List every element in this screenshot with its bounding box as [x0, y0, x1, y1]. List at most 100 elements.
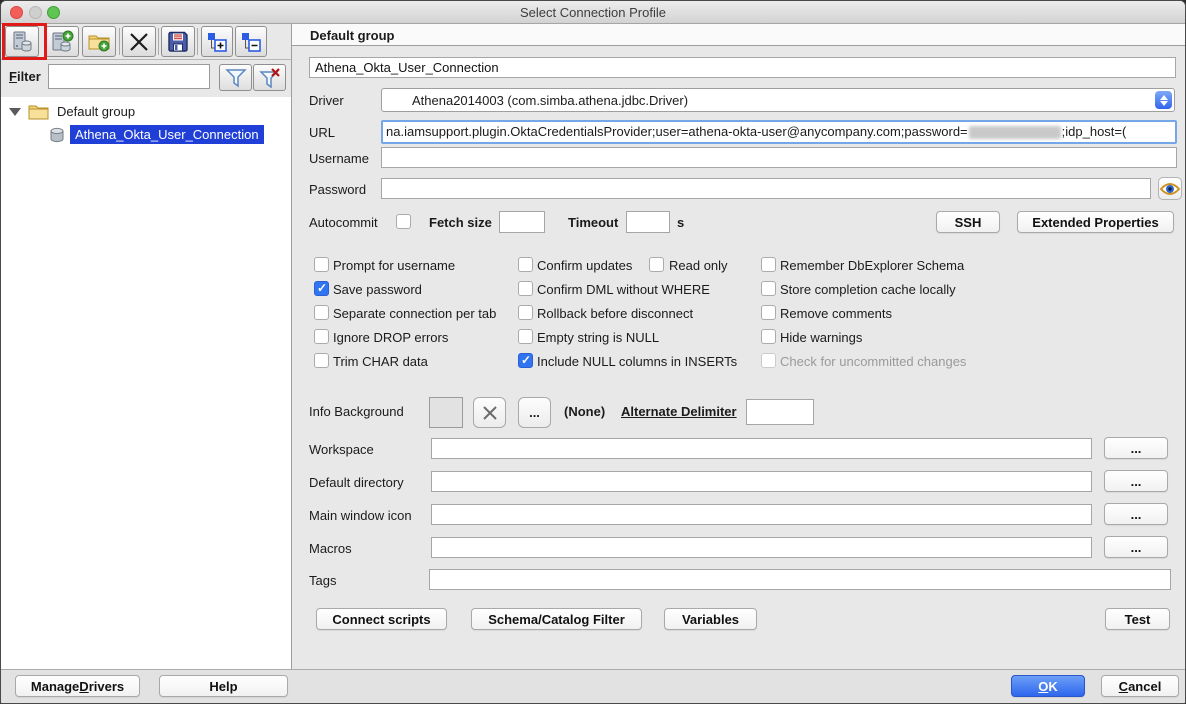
timeout-input[interactable] [626, 211, 670, 233]
pick-info-background-button[interactable]: ... [518, 397, 551, 428]
password-label: Password [309, 182, 366, 197]
tree-profile-label-selected[interactable]: Athena_Okta_User_Connection [70, 125, 264, 144]
tree-group-label[interactable]: Default group [57, 104, 135, 119]
tree-group-row[interactable]: Default group [9, 101, 135, 122]
help-button[interactable]: Help [159, 675, 288, 697]
separate-connection-per-tab-checkbox[interactable] [314, 305, 329, 320]
macros-label: Macros [309, 541, 352, 556]
default-directory-browse-button[interactable]: ... [1104, 470, 1168, 492]
remove-comments-checkbox[interactable] [761, 305, 776, 320]
ssh-button[interactable]: SSH [936, 211, 1000, 233]
checkbox-label: Rollback before disconnect [537, 306, 693, 321]
checkbox-label: Read only [669, 258, 728, 273]
checkbox-label: Separate connection per tab [333, 306, 496, 321]
tree-expanded-caret-icon[interactable] [9, 108, 21, 116]
save-icon [166, 30, 190, 54]
apply-filter-button[interactable] [219, 64, 252, 91]
profile-name-input[interactable] [309, 57, 1176, 78]
workspace-input[interactable] [431, 438, 1092, 459]
confirm-dml-without-where-checkbox[interactable] [518, 281, 533, 296]
default-directory-label: Default directory [309, 475, 404, 490]
collapse-tree-icon [240, 31, 262, 53]
include-null-columns-checkbox[interactable] [518, 353, 533, 368]
empty-string-is-null-checkbox[interactable] [518, 329, 533, 344]
driver-combobox[interactable]: Athena2014003 (com.simba.athena.jdbc.Dri… [381, 88, 1175, 112]
expand-tree-icon [206, 31, 228, 53]
password-input[interactable] [381, 178, 1151, 199]
clear-filter-button[interactable] [253, 64, 286, 91]
clear-color-x-icon [481, 404, 499, 422]
check-uncommitted-changes-checkbox [761, 353, 776, 368]
read-only-checkbox[interactable] [649, 257, 664, 272]
copy-profile-icon [50, 30, 74, 54]
trim-char-data-checkbox[interactable] [314, 353, 329, 368]
manage-drivers-button[interactable]: Manage Drivers [15, 675, 140, 697]
remember-dbexplorer-schema-checkbox[interactable] [761, 257, 776, 272]
test-button[interactable]: Test [1105, 608, 1170, 630]
info-background-label: Info Background [309, 404, 404, 419]
prompt-for-username-checkbox[interactable] [314, 257, 329, 272]
save-password-checkbox[interactable] [314, 281, 329, 296]
alternate-delimiter-label: Alternate Delimiter [621, 404, 737, 419]
combobox-stepper-icon[interactable] [1155, 91, 1172, 109]
checkbox-label: Check for uncommitted changes [780, 354, 966, 369]
checkbox-label: Trim CHAR data [333, 354, 428, 369]
fetch-size-input[interactable] [499, 211, 545, 233]
tags-input[interactable] [429, 569, 1171, 590]
confirm-updates-checkbox[interactable] [518, 257, 533, 272]
checkbox-label: Confirm updates [537, 258, 632, 273]
timeout-unit-label: s [677, 215, 684, 230]
macros-browse-button[interactable]: ... [1104, 536, 1168, 558]
ignore-drop-errors-checkbox[interactable] [314, 329, 329, 344]
autocommit-label: Autocommit [309, 215, 378, 230]
url-input[interactable]: na.iamsupport.plugin.OktaCredentialsProv… [381, 120, 1177, 144]
save-profiles-button[interactable] [161, 26, 195, 57]
main-window-icon-browse-button[interactable]: ... [1104, 503, 1168, 525]
clear-info-background-button[interactable] [473, 397, 506, 428]
profile-tree: Default group Athena_Okta_User_Connectio… [1, 97, 291, 669]
hide-warnings-checkbox[interactable] [761, 329, 776, 344]
driver-label: Driver [309, 93, 344, 108]
clear-funnel-icon [259, 68, 281, 88]
workspace-browse-button[interactable]: ... [1104, 437, 1168, 459]
macros-input[interactable] [431, 537, 1092, 558]
main-window-icon-label: Main window icon [309, 508, 412, 523]
checkbox-label: Hide warnings [780, 330, 862, 345]
variables-button[interactable]: Variables [664, 608, 757, 630]
driver-selected-value: Athena2014003 (com.simba.athena.jdbc.Dri… [412, 93, 688, 108]
url-text-suffix: ;idp_host=( [1062, 124, 1127, 139]
delete-profile-button[interactable] [122, 26, 156, 57]
show-password-button[interactable] [1158, 177, 1182, 200]
new-folder-button[interactable] [82, 26, 116, 57]
expand-groups-button[interactable] [201, 26, 233, 57]
checkbox-label: Remove comments [780, 306, 892, 321]
funnel-icon [225, 68, 247, 88]
tags-label: Tags [309, 573, 336, 588]
filter-label: Filter [9, 69, 41, 84]
url-label: URL [309, 125, 335, 140]
new-folder-icon [87, 30, 111, 54]
eye-icon [1160, 181, 1180, 197]
username-input[interactable] [381, 147, 1177, 168]
url-text-prefix: na.iamsupport.plugin.OktaCredentialsProv… [386, 124, 968, 139]
profile-editor-panel: Default group Driver Athena2014003 (com.… [292, 24, 1186, 669]
filter-input[interactable] [48, 64, 210, 89]
alternate-delimiter-input[interactable] [746, 399, 814, 425]
checkbox-label: Save password [333, 282, 422, 297]
default-directory-input[interactable] [431, 471, 1092, 492]
autocommit-checkbox[interactable] [396, 214, 411, 229]
cancel-button[interactable]: Cancel [1101, 675, 1179, 697]
ok-button[interactable]: OK [1011, 675, 1085, 697]
schema-catalog-filter-button[interactable]: Schema/Catalog Filter [471, 608, 642, 630]
titlebar: Select Connection Profile [1, 1, 1185, 24]
username-label: Username [309, 151, 369, 166]
copy-profile-button[interactable] [45, 26, 79, 57]
connect-scripts-button[interactable]: Connect scripts [316, 608, 447, 630]
store-completion-cache-checkbox[interactable] [761, 281, 776, 296]
tree-profile-row[interactable]: Athena_Okta_User_Connection [49, 124, 264, 145]
rollback-before-disconnect-checkbox[interactable] [518, 305, 533, 320]
main-window-icon-input[interactable] [431, 504, 1092, 525]
extended-properties-button[interactable]: Extended Properties [1017, 211, 1174, 233]
collapse-groups-button[interactable] [235, 26, 267, 57]
checkbox-label: Store completion cache locally [780, 282, 956, 297]
